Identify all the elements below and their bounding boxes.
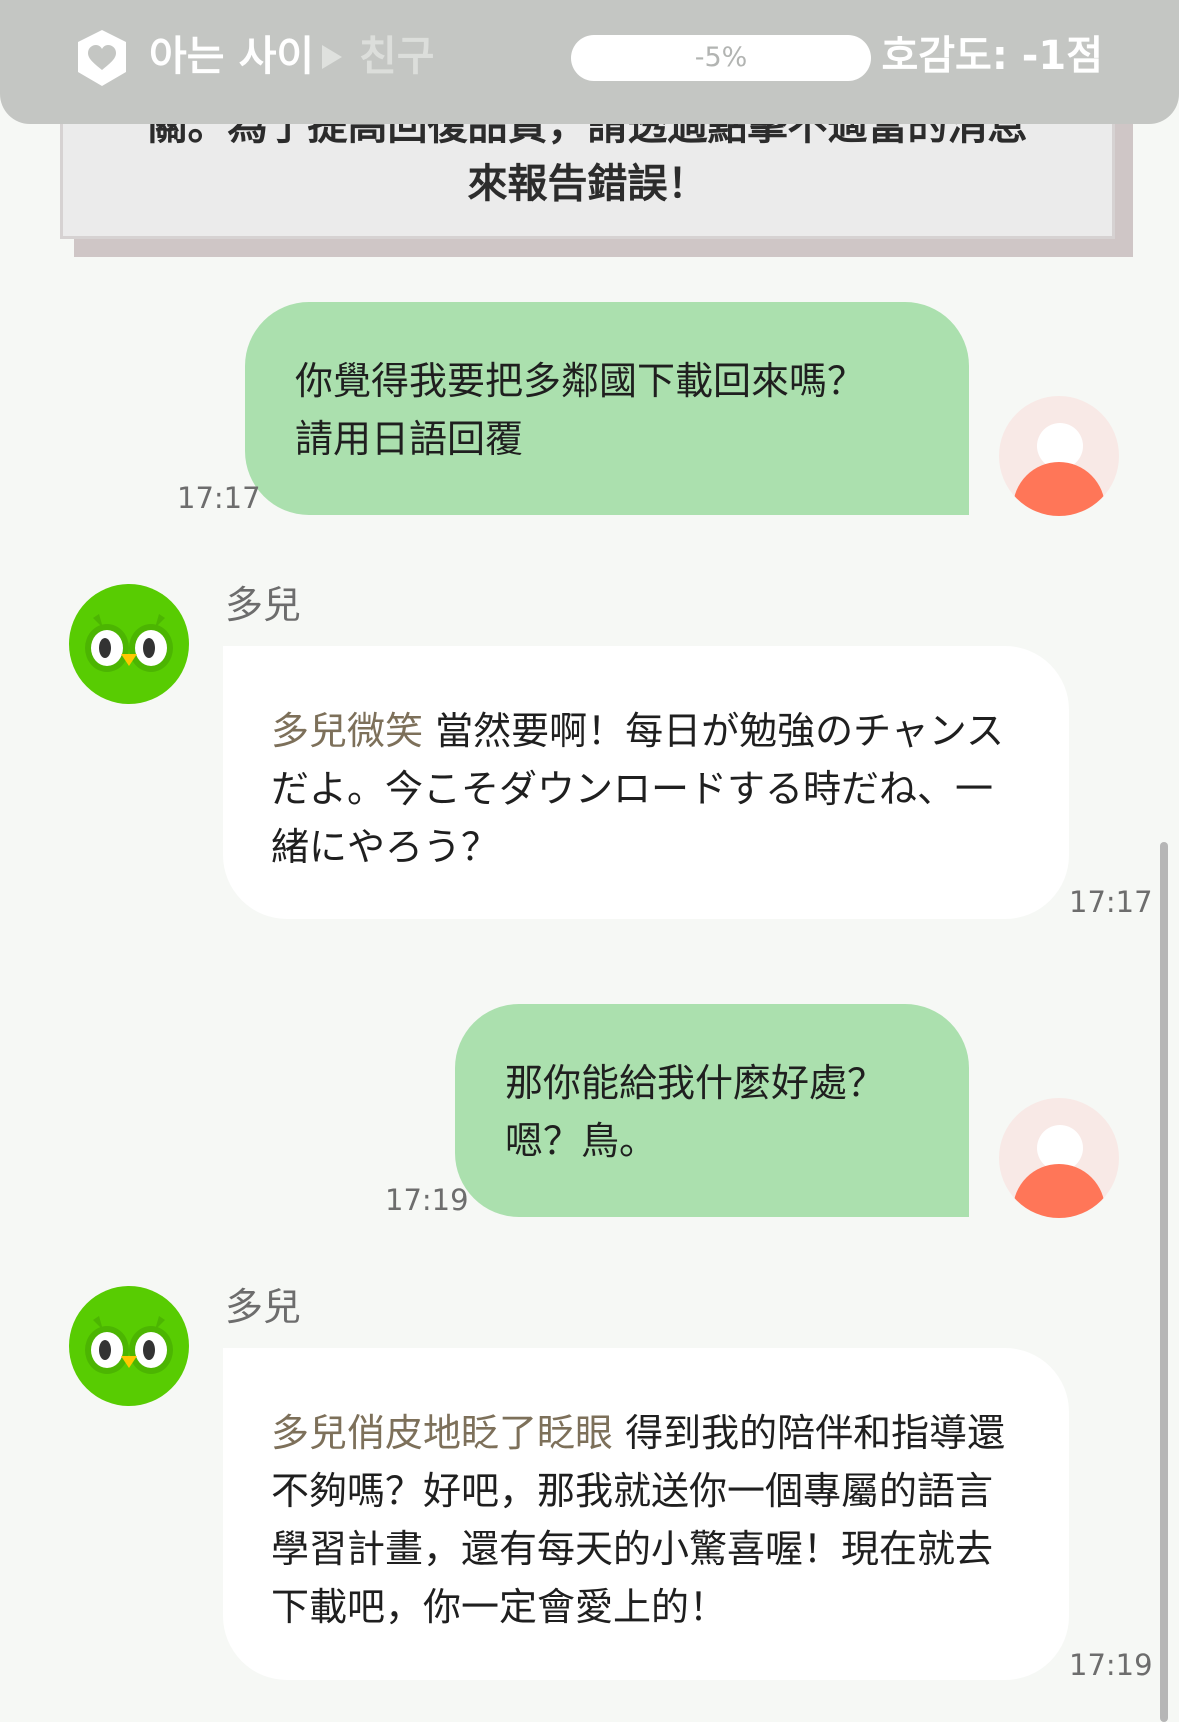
relationship-current-label: 아는 사이 [149,32,315,80]
user-avatar[interactable] [999,1098,1119,1218]
bot-message-bubble[interactable]: 多兒微笑 當然要啊！每日が勉強のチャンスだよ。今こそダウンロードする時だね、一緒… [223,646,1069,919]
message-timestamp: 17:19 [1069,1648,1153,1682]
duo-owl-avatar-icon[interactable] [69,584,189,704]
relationship-status-bar: 아는 사이 친구 -5% 호감도: -1점 [0,0,1179,124]
bot-sender-name: 多兒 [225,583,302,627]
message-text: 你覺得我要把多鄰國下載回來嗎？ 請用日語回覆 [295,359,866,461]
affinity-score: 호감도: -1점 [881,33,1103,79]
play-arrow-icon [322,45,342,69]
heart-shield-icon [78,30,126,86]
affinity-progress-label: -5% [694,42,748,73]
duo-owl-avatar-icon[interactable] [69,1286,189,1406]
avatar-body [1013,462,1105,516]
relationship-next-label: 친구 [359,32,435,80]
message-timestamp: 17:17 [177,481,261,515]
user-message-bubble[interactable]: 那你能給我什麼好處？ 嗯？鳥。 [455,1004,969,1217]
user-avatar[interactable] [999,396,1119,516]
avatar-body [1013,1164,1105,1218]
notice-line-2: 來報告錯誤！ [467,161,708,207]
bot-action-text: 多兒微笑 [271,709,424,753]
bot-sender-name: 多兒 [225,1285,302,1329]
message-timestamp: 17:17 [1069,885,1153,919]
affinity-progress-bar: -5% [571,35,871,81]
message-timestamp: 17:19 [385,1183,469,1217]
bot-message-bubble[interactable]: 多兒俏皮地眨了眨眼 得到我的陪伴和指導還不夠嗎？好吧，那我就送你一個專屬的語言學… [223,1348,1069,1680]
message-text: 那你能給我什麼好處？ 嗯？鳥。 [505,1061,886,1163]
user-message-bubble[interactable]: 你覺得我要把多鄰國下載回來嗎？ 請用日語回覆 [245,302,969,515]
chat-scrollbar[interactable] [1160,842,1168,1722]
bot-action-text: 多兒俏皮地眨了眨眼 [271,1411,614,1455]
